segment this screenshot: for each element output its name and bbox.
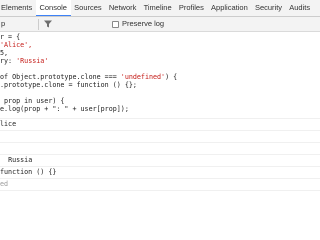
tab-timeline[interactable]: Timeline xyxy=(140,0,175,16)
code-line: of Object.prototype.clone === 'undefined… xyxy=(0,73,178,81)
preserve-log-label: Preserve log xyxy=(122,19,165,28)
console-input-message: r = { 'Alice', 5, ry: 'Russia' of Object… xyxy=(0,32,320,119)
toolbar-divider xyxy=(38,18,39,30)
log-line: function () {} xyxy=(0,168,57,176)
code-line: ry: 'Russia' xyxy=(0,57,49,65)
preserve-log-checkbox[interactable] xyxy=(112,20,119,28)
console-log-message xyxy=(0,143,320,155)
devtools-tab-bar: Elements Console Sources Network Timelin… xyxy=(0,0,320,17)
console-messages[interactable]: r = { 'Alice', 5, ry: 'Russia' of Object… xyxy=(0,32,320,200)
tab-audits[interactable]: Audits xyxy=(286,0,314,16)
log-line: lice xyxy=(0,120,17,128)
code-line: e.log(prop + ": " + user[prop]); xyxy=(0,105,129,113)
code-line: 5, xyxy=(0,49,9,57)
console-log-message: function () {} xyxy=(0,167,320,179)
console-log-message xyxy=(0,131,320,143)
tab-sources[interactable]: Sources xyxy=(71,0,106,16)
code-line: .prototype.clone = function () {}; xyxy=(0,81,137,89)
execution-context-select[interactable]: p xyxy=(0,17,36,31)
tab-network[interactable]: Network xyxy=(105,0,140,16)
console-filter-input[interactable] xyxy=(56,18,96,30)
tab-console[interactable]: Console xyxy=(35,0,71,16)
tab-security[interactable]: Security xyxy=(251,0,285,16)
tab-application[interactable]: Application xyxy=(207,0,251,16)
filter-icon[interactable] xyxy=(43,19,53,29)
code-line: r = { xyxy=(0,33,21,41)
console-result-message: ed xyxy=(0,179,320,191)
log-line: Russia xyxy=(8,156,33,164)
code-line: prop in user) { xyxy=(0,97,65,105)
console-log-message: Russia xyxy=(0,155,320,167)
tab-elements[interactable]: Elements xyxy=(0,0,36,16)
code-line: 'Alice', xyxy=(0,41,33,49)
result-line: ed xyxy=(0,180,9,188)
console-log-message: lice xyxy=(0,119,320,131)
tab-profiles[interactable]: Profiles xyxy=(175,0,207,16)
console-toolbar: p Preserve log xyxy=(0,17,320,32)
